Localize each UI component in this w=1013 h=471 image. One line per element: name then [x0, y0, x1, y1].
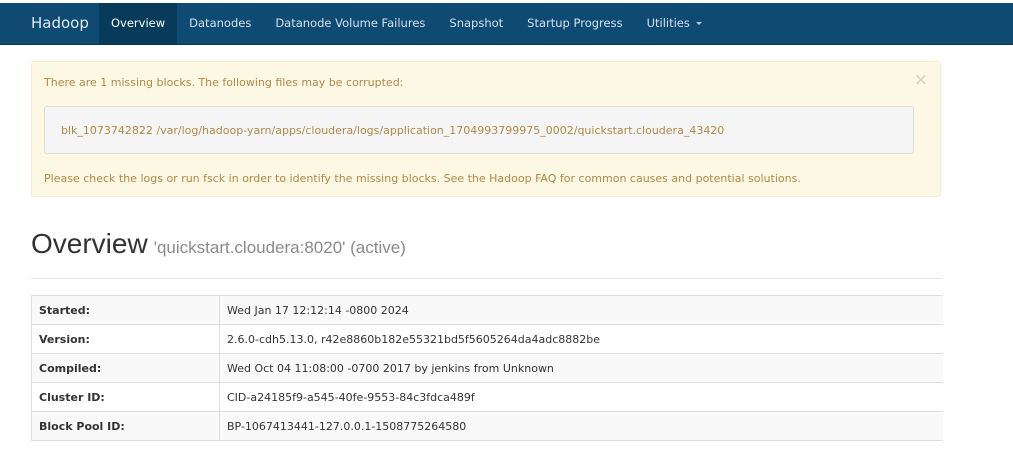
table-row: Started: Wed Jan 17 12:12:14 -0800 2024	[31, 295, 943, 325]
nav-label: Snapshot	[449, 16, 504, 30]
overview-table: Started: Wed Jan 17 12:12:14 -0800 2024 …	[31, 295, 943, 441]
row-value: CID-a24185f9-a545-40fe-9553-84c3fdca489f	[219, 382, 943, 412]
page-title: Overview	[31, 228, 148, 259]
alert-hint: Please check the logs or run fsck in ord…	[44, 172, 801, 185]
nav-datanode-volume-failures[interactable]: Datanode Volume Failures	[263, 3, 437, 44]
row-label: Started:	[31, 295, 220, 325]
page-header: Overview 'quickstart.cloudera:8020' (acti…	[31, 228, 942, 279]
brand-link[interactable]: Hadoop	[31, 3, 89, 44]
row-label: Cluster ID:	[31, 382, 220, 412]
caret-down-icon	[695, 22, 702, 25]
alert-message: There are 1 missing blocks. The followin…	[44, 76, 404, 89]
row-value: Wed Jan 17 12:12:14 -0800 2024	[219, 295, 943, 325]
missing-block-path: blk_1073742822 /var/log/hadoop-yarn/apps…	[44, 106, 914, 154]
nav-datanodes[interactable]: Datanodes	[177, 3, 263, 44]
close-icon[interactable]: ×	[914, 71, 928, 89]
nav-startup-progress[interactable]: Startup Progress	[515, 3, 634, 44]
row-label: Version:	[31, 324, 220, 354]
missing-blocks-alert: There are 1 missing blocks. The followin…	[31, 61, 941, 197]
namenode-address: 'quickstart.cloudera:8020' (active)	[153, 238, 406, 257]
table-row: Version: 2.6.0-cdh5.13.0, r42e8860b182e5…	[31, 324, 943, 354]
nav-label: Datanode Volume Failures	[275, 16, 426, 30]
nav-label: Startup Progress	[527, 16, 623, 30]
nav-utilities-dropdown[interactable]: Utilities	[635, 3, 714, 44]
row-label: Compiled:	[31, 353, 220, 383]
table-row: Compiled: Wed Oct 04 11:08:00 -0700 2017…	[31, 353, 943, 383]
nav-snapshot[interactable]: Snapshot	[437, 3, 515, 44]
table-row: Cluster ID: CID-a24185f9-a545-40fe-9553-…	[31, 382, 943, 412]
row-label: Block Pool ID:	[31, 411, 220, 441]
nav-overview[interactable]: Overview	[99, 3, 178, 44]
nav-menu: Overview Datanodes Datanode Volume Failu…	[99, 3, 714, 44]
table-row: Block Pool ID: BP-1067413441-127.0.0.1-1…	[31, 411, 943, 441]
row-value: 2.6.0-cdh5.13.0, r42e8860b182e55321bd5f5…	[219, 324, 943, 354]
navbar: Hadoop Overview Datanodes Datanode Volum…	[0, 3, 1013, 45]
nav-label: Utilities	[646, 16, 690, 30]
nav-label: Datanodes	[189, 16, 252, 30]
row-value: Wed Oct 04 11:08:00 -0700 2017 by jenkin…	[219, 353, 943, 383]
nav-label: Overview	[111, 16, 166, 30]
row-value: BP-1067413441-127.0.0.1-1508775264580	[219, 411, 943, 441]
